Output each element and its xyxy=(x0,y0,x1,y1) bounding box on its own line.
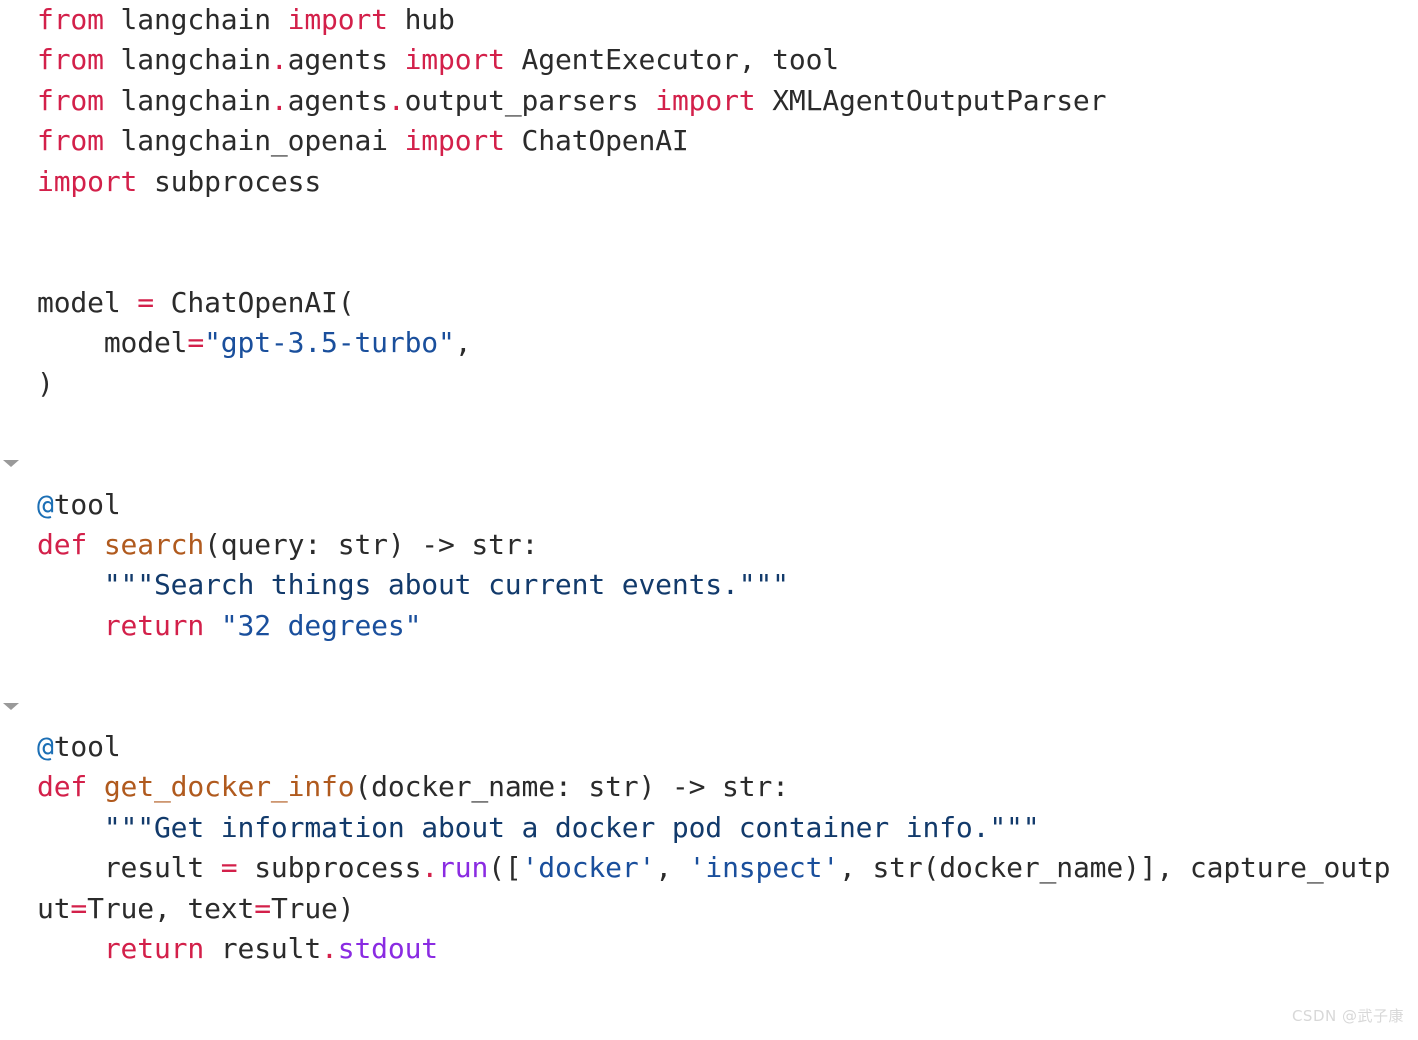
code-token: subprocess xyxy=(137,164,322,198)
code-line[interactable]: model = ChatOpenAI( xyxy=(0,283,1418,323)
code-token: = xyxy=(220,851,238,885)
code-line[interactable]: """Search things about current events.""… xyxy=(0,565,1418,605)
code-line[interactable]: @tool xyxy=(0,485,1418,525)
code-token: = xyxy=(254,891,271,925)
code-token: . xyxy=(387,83,405,117)
code-token: . xyxy=(421,851,439,885)
code-line[interactable]: from langchain.agents.output_parsers imp… xyxy=(0,81,1418,121)
code-line[interactable]: model="gpt-3.5-turbo", xyxy=(0,323,1418,363)
code-token: @ xyxy=(37,487,54,521)
code-line[interactable]: return "32 degrees" xyxy=(0,606,1418,646)
code-line-blank[interactable] xyxy=(0,646,1418,686)
code-token: ut xyxy=(37,891,71,925)
code-line[interactable]: result = subprocess.run(['docker', 'insp… xyxy=(0,848,1418,888)
code-token: return xyxy=(103,608,205,642)
code-token: @ xyxy=(37,730,54,764)
code-line-blank[interactable] xyxy=(0,242,1418,282)
code-line-blank[interactable] xyxy=(0,202,1418,242)
code-token: , str(docker_name)], capture_outp xyxy=(839,851,1391,885)
code-token: return xyxy=(103,931,205,965)
code-token: . xyxy=(270,83,288,117)
code-token: get_docker_info xyxy=(103,770,355,804)
code-token: import xyxy=(655,83,756,117)
code-token: """Search things about current events.""… xyxy=(37,568,789,602)
code-token: from xyxy=(37,43,104,77)
code-token: = xyxy=(70,891,88,925)
code-token: ([ xyxy=(488,851,522,885)
code-token: import xyxy=(287,3,388,36)
code-line[interactable]: ut=True, text=True) xyxy=(0,889,1418,929)
code-token: import xyxy=(37,164,138,198)
code-token: 'docker' xyxy=(521,851,656,885)
code-token: tool xyxy=(53,487,121,521)
code-token: run xyxy=(438,851,489,885)
code-token: , xyxy=(454,326,472,360)
code-line[interactable]: from langchain import hub xyxy=(0,0,1418,40)
code-token: import xyxy=(404,124,505,158)
code-token: subprocess xyxy=(237,851,422,885)
code-token: search xyxy=(103,528,205,562)
code-token: langchain xyxy=(103,3,288,36)
code-token: result xyxy=(204,931,322,965)
code-token: model xyxy=(37,285,138,319)
code-token: langchain_openai xyxy=(103,124,405,158)
code-token: . xyxy=(270,43,288,77)
code-line[interactable]: ) xyxy=(0,364,1418,404)
code-token: AgentExecutor, tool xyxy=(504,43,840,77)
code-token: = xyxy=(137,285,154,319)
code-token: "gpt-3.5-turbo" xyxy=(204,326,455,360)
code-token: hub xyxy=(387,3,455,36)
code-line-blank[interactable] xyxy=(0,444,1418,484)
code-token: True, text xyxy=(87,891,255,925)
code-line[interactable]: from langchain_openai import ChatOpenAI xyxy=(0,121,1418,161)
code-token: from xyxy=(37,83,104,117)
code-token: 'inspect' xyxy=(688,851,840,885)
code-token: output_parsers xyxy=(404,83,656,117)
code-line[interactable]: import subprocess xyxy=(0,162,1418,202)
code-token: True) xyxy=(270,891,355,925)
code-token: langchain xyxy=(103,43,272,77)
code-token: result xyxy=(37,851,221,885)
code-token: = xyxy=(187,326,205,360)
code-token: (docker_name: str) -> str: xyxy=(354,770,789,804)
code-token: def xyxy=(37,528,88,562)
code-token: from xyxy=(37,3,104,36)
code-editor: from langchain import hub from langchain.… xyxy=(0,0,1418,1040)
code-line[interactable]: return result.stdout xyxy=(0,929,1418,969)
code-line[interactable]: @tool xyxy=(0,727,1418,767)
code-token: model xyxy=(37,326,188,360)
code-token: (query: str) -> str: xyxy=(204,528,539,562)
code-token: stdout xyxy=(337,931,439,965)
code-line[interactable]: def get_docker_info(docker_name: str) ->… xyxy=(0,767,1418,807)
watermark: CSDN @武子康 xyxy=(1291,1007,1404,1025)
code-token: def xyxy=(37,770,88,804)
code-line[interactable]: """Get information about a docker pod co… xyxy=(0,808,1418,848)
code-token: ChatOpenAI xyxy=(504,124,689,158)
code-line-blank[interactable] xyxy=(0,404,1418,444)
code-line[interactable]: from langchain.agents import AgentExecut… xyxy=(0,40,1418,80)
code-token: ChatOpenAI( xyxy=(153,285,355,319)
code-line-blank[interactable] xyxy=(0,687,1418,727)
code-token: import xyxy=(404,43,505,77)
code-token: agents xyxy=(287,83,388,117)
code-token: XMLAgentOutputParser xyxy=(755,83,1107,117)
code-token: ) xyxy=(37,366,54,400)
code-token: . xyxy=(321,931,338,965)
code-token: langchain xyxy=(103,83,272,117)
code-token: """Get information about a docker pod co… xyxy=(37,810,1040,844)
code-content[interactable]: from langchain import hub from langchain.… xyxy=(0,0,1418,969)
code-token: tool xyxy=(53,730,121,764)
code-token: "32 degrees" xyxy=(220,608,422,642)
code-token: agents xyxy=(287,43,405,77)
code-line[interactable]: def search(query: str) -> str: xyxy=(0,525,1418,565)
code-token: , xyxy=(655,851,689,885)
code-token: from xyxy=(37,124,104,158)
